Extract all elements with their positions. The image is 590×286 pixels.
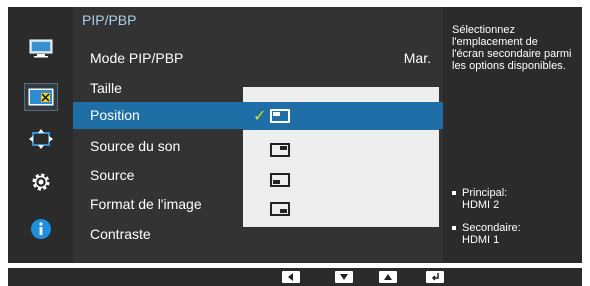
principal-value: HDMI 2 [462,199,500,211]
pip-top-right-icon [270,143,290,157]
menu-item-label: Format de l'image [90,196,202,212]
position-options-popup: ✓ [243,87,439,227]
sidebar [8,7,73,263]
pip-bottom-right-icon [270,202,290,216]
pip-top-left-icon [270,109,290,123]
bullet-icon [452,226,456,231]
secondary-label: Secondaire: [462,222,521,234]
pip-pbp-icon[interactable] [24,83,58,111]
enter-icon[interactable] [426,271,444,283]
left-arrow-icon[interactable] [282,271,300,283]
up-arrow-icon[interactable] [379,271,397,283]
help-description: Sélectionnez l'emplacement de l'écran se… [452,24,572,72]
bullet-icon [452,191,456,196]
information-icon[interactable] [24,215,58,243]
position-option-bottom-left[interactable] [243,166,439,194]
principal-source-info: Principal: HDMI 2 [452,187,507,211]
settings-gear-icon[interactable] [24,168,58,196]
pip-bottom-left-icon [270,173,290,187]
secondary-source-info: Secondaire: HDMI 1 [452,222,521,246]
position-option-bottom-right[interactable] [243,195,439,223]
principal-label: Principal: [462,187,508,199]
position-option-top-right[interactable] [243,136,439,164]
menu-item-label: Contraste [90,226,151,242]
down-arrow-icon[interactable] [335,271,353,283]
menu-item-label: Source [90,167,135,183]
menu-title: PIP/PBP [82,12,137,28]
onscreen-display-icon[interactable] [24,125,58,153]
menu-item-label: Mode PIP/PBP [90,50,184,66]
picture-icon[interactable] [24,35,58,63]
checkmark-icon: ✓ [253,106,267,125]
menu-item-label: Taille [90,80,122,96]
menu-item-label: Position [90,107,140,123]
menu-item-value: Mar. [403,50,431,66]
position-option-top-left[interactable]: ✓ [243,102,439,130]
menu-item-mode-pip-pbp[interactable]: Mode PIP/PBP Mar. [73,45,443,72]
menu-item-label: Source du son [90,138,181,154]
secondary-value: HDMI 1 [462,234,500,246]
